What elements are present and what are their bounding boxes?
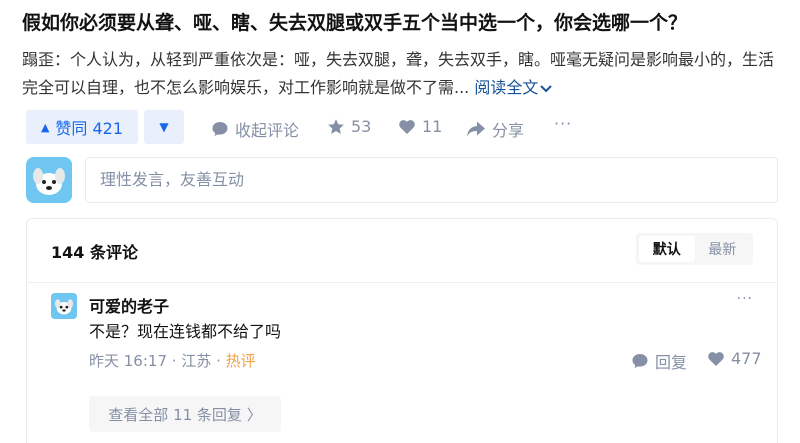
comment-input[interactable]: 理性发言，友善互动 (85, 157, 778, 203)
collapse-comments-button[interactable]: 收起评论 (211, 117, 299, 141)
share-label: 分享 (492, 121, 525, 140)
answer-actions: ▲ 赞同 421 ▼ 收起评论 53 11 分享 ··· (26, 110, 571, 144)
likes-count: 11 (422, 117, 443, 136)
dog-avatar-icon (26, 157, 72, 203)
question-title[interactable]: 假如你必须要从聋、哑、瞎、失去双腿或双手五个当中选一个，你会选哪一个？ (22, 8, 782, 38)
comment-location: 江苏 (181, 352, 212, 370)
meta-separator: · (216, 352, 226, 370)
reply-button[interactable]: 回复 (631, 349, 687, 373)
comment-like-button[interactable]: 477 (707, 349, 762, 368)
comments-count: 144 条评论 (51, 243, 138, 262)
comment-more-button[interactable]: ··· (737, 291, 753, 307)
my-avatar (26, 157, 72, 203)
view-all-replies-button[interactable]: 查看全部 11 条回复 〉 (89, 396, 281, 432)
hot-comment-badge: 热评 (225, 352, 256, 370)
sort-default-tab[interactable]: 默认 (639, 236, 695, 262)
divider (27, 282, 777, 283)
triangle-up-icon: ▲ (40, 120, 50, 134)
share-button[interactable]: 分享 (466, 117, 524, 141)
meta-separator: · (171, 352, 182, 370)
read-more-label: 阅读全文 (474, 78, 539, 97)
comments-panel: 144 条评论 默认 最新 可爱的老子 ··· 不是？现在连钱都不给了吗 昨天 … (26, 218, 778, 443)
upvote-label: 赞同 421 (55, 119, 124, 138)
commenter-name[interactable]: 可爱的老子 (89, 293, 169, 317)
triangle-down-icon: ▼ (159, 120, 169, 134)
answer-text: 个人认为，从轻到严重依次是：哑，失去双腿，聋，失去双手，瞎。哑毫无疑问是影响最小… (22, 50, 775, 97)
dog-avatar-icon (51, 293, 77, 319)
collapse-comments-label: 收起评论 (235, 121, 300, 140)
reply-label: 回复 (655, 353, 688, 372)
favorite-button[interactable]: 53 (327, 117, 371, 136)
comment-meta: 昨天 16:17 · 江苏 · 热评 (89, 350, 256, 371)
comment-text: 不是？现在连钱都不给了吗 (89, 322, 282, 341)
comment-sort-toggle: 默认 最新 (636, 233, 753, 265)
comment-like-count: 477 (731, 349, 762, 368)
favorites-count: 53 (351, 117, 372, 136)
like-button[interactable]: 11 (398, 117, 442, 136)
more-actions-button[interactable]: ··· (554, 114, 572, 133)
sort-latest-tab[interactable]: 最新 (695, 236, 751, 262)
comment-time: 昨天 16:17 (89, 352, 167, 370)
answer-author: 蹋歪： (22, 50, 71, 69)
share-arrow-icon (466, 120, 486, 138)
chevron-down-icon (540, 75, 553, 103)
star-icon (327, 118, 345, 136)
downvote-button[interactable]: ▼ (144, 110, 184, 144)
heart-icon (707, 350, 725, 368)
comment-bubble-icon (211, 120, 229, 138)
upvote-button[interactable]: ▲ 赞同 421 (26, 110, 138, 144)
commenter-avatar[interactable] (51, 293, 77, 319)
heart-icon (398, 118, 416, 136)
comment-bubble-icon (631, 352, 649, 370)
read-more-link[interactable]: 阅读全文 (474, 78, 553, 97)
answer-excerpt[interactable]: 蹋歪：个人认为，从轻到严重依次是：哑，失去双腿，聋，失去双手，瞎。哑毫无疑问是影… (22, 46, 778, 103)
